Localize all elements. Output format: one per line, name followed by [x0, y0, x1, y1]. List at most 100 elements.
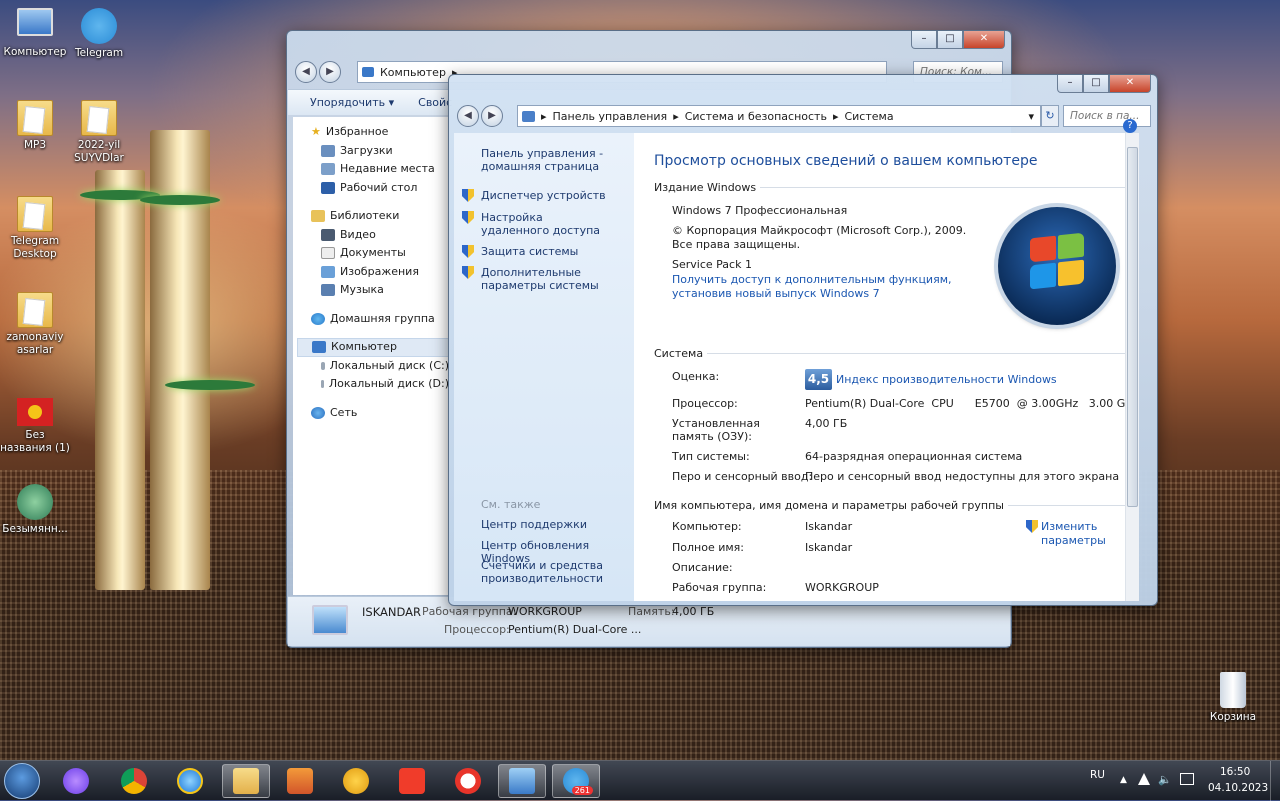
address-text: Компьютер — [380, 65, 446, 79]
navigation-pane: ★ Избранное Загрузки Недавние места Рабоч… — [293, 117, 449, 595]
desktop-icon-zamonaviy[interactable]: zamonaviy asarlar — [0, 292, 70, 357]
tree-network[interactable]: Сеть — [311, 404, 449, 423]
scrollbar-thumb[interactable] — [1127, 147, 1138, 507]
link-label: Дополнительные параметры системы — [481, 266, 599, 292]
system-window[interactable]: – □ ✕ ◀ ▶ ▸ Панель управления ▸ Система и … — [448, 74, 1158, 606]
close-button[interactable]: ✕ — [1109, 75, 1151, 93]
desktop-icon-mp3[interactable]: MP3 — [0, 100, 70, 152]
breadcrumb-control-panel[interactable]: Панель управления — [553, 110, 668, 123]
taskbar-yandex-browser[interactable] — [444, 764, 492, 798]
nav-buttons: ◀ ▶ — [295, 61, 341, 83]
close-button[interactable]: ✕ — [963, 31, 1005, 49]
tree-label: Изображения — [340, 264, 419, 278]
link-protection[interactable]: Защита системы — [462, 245, 578, 258]
section-edition-header: Издание Windows — [654, 181, 1126, 194]
tree-disk-d[interactable]: Локальный диск (D:) — [311, 375, 449, 394]
action-center-icon[interactable] — [1138, 773, 1150, 785]
link-label: Диспетчер устройств — [481, 189, 606, 202]
help-icon[interactable]: ? — [1123, 119, 1137, 133]
minimize-button[interactable]: – — [1057, 75, 1083, 93]
scrollbar[interactable] — [1125, 133, 1139, 601]
page-title: Просмотр основных сведений о вашем компь… — [654, 153, 1038, 169]
forward-button[interactable]: ▶ — [319, 61, 341, 83]
desktop-icon-suyvdlar[interactable]: 2022-yil SUYVDlar — [64, 100, 134, 165]
wei-link[interactable]: Индекс производительности Windows — [836, 373, 1057, 386]
tree-documents[interactable]: Документы — [311, 244, 449, 263]
tree-computer[interactable]: Компьютер — [297, 338, 449, 357]
taskbar-aimp[interactable] — [332, 764, 380, 798]
tree-label: Компьютер — [331, 340, 397, 353]
tree-libraries[interactable]: Библиотеки — [311, 207, 449, 226]
change-settings-link[interactable]: Изменить параметры — [1026, 520, 1106, 548]
ram-value: 4,00 ГБ — [805, 417, 848, 430]
chevron-right-icon: ▸ — [673, 109, 679, 123]
tree-music[interactable]: Музыка — [311, 281, 449, 300]
tree-label: Библиотеки — [330, 209, 400, 222]
drive-icon — [321, 380, 324, 389]
link-remote[interactable]: Настройка удаленного доступа — [462, 211, 632, 237]
link-advanced[interactable]: Дополнительные параметры системы — [462, 266, 632, 292]
search-input[interactable]: Поиск в па... — [1063, 105, 1151, 127]
fullname-value: Iskandar — [805, 541, 853, 554]
link-performance[interactable]: Счетчики и средства производительности — [481, 559, 621, 585]
tree-images[interactable]: Изображения — [311, 263, 449, 282]
upgrade-link[interactable]: Получить доступ к дополнительным функция… — [672, 273, 972, 301]
desktop-icon-recycle-bin[interactable]: Корзина — [1198, 672, 1268, 724]
clock-time[interactable]: 16:50 — [1220, 766, 1250, 778]
taskbar-telegram[interactable]: 261 — [552, 764, 600, 798]
taskbar-ie[interactable] — [166, 764, 214, 798]
breadcrumb-system[interactable]: Система — [844, 110, 893, 123]
recent-places-icon — [321, 163, 335, 176]
maximize-button[interactable]: □ — [1083, 75, 1109, 93]
desktop-icon-bezymyann[interactable]: Безымянн... — [0, 484, 70, 536]
desktop-icon-label: Компьютер — [3, 46, 67, 58]
taskbar-media[interactable] — [276, 764, 324, 798]
tree-disk-c[interactable]: Локальный диск (C:) — [311, 357, 449, 376]
tree-recent[interactable]: Недавние места — [311, 160, 449, 179]
minimize-button[interactable]: – — [911, 31, 937, 49]
homegroup-icon — [311, 312, 325, 325]
network-icon — [311, 406, 325, 419]
taskbar-alice[interactable] — [52, 764, 100, 798]
section-name-header: Имя компьютера, имя домена и параметры р… — [654, 499, 1126, 512]
taskbar-yandex[interactable] — [388, 764, 436, 798]
link-device-manager[interactable]: Диспетчер устройств — [462, 189, 606, 202]
forward-button[interactable]: ▶ — [481, 105, 503, 127]
address-bar[interactable]: ▸ Панель управления ▸ Система и безопасно… — [517, 105, 1041, 127]
dropdown-arrow-icon[interactable]: ▾ — [1028, 110, 1034, 123]
desktop-icon-computer[interactable]: Компьютер — [0, 8, 70, 59]
desktop-icon-bez-nazvaniya[interactable]: Без названия (1) — [0, 398, 70, 455]
tree-favorites[interactable]: ★ Избранное — [311, 123, 449, 142]
tree-video[interactable]: Видео — [311, 226, 449, 245]
media-player-icon — [287, 768, 313, 794]
network-status-icon[interactable] — [1180, 773, 1194, 785]
refresh-button[interactable]: ↻ — [1041, 105, 1059, 127]
tree-desktop[interactable]: Рабочий стол — [311, 179, 449, 198]
tree-homegroup[interactable]: Домашняя группа — [311, 310, 449, 329]
back-button[interactable]: ◀ — [457, 105, 479, 127]
back-button[interactable]: ◀ — [295, 61, 317, 83]
taskbar-control-panel[interactable] — [498, 764, 546, 798]
breadcrumb-security[interactable]: Система и безопасность — [685, 110, 827, 123]
details-workgroup-label: Рабочая группа: — [422, 605, 517, 618]
minaret-left — [95, 170, 145, 590]
volume-icon[interactable]: 🔈 — [1158, 773, 1172, 786]
taskbar-explorer[interactable] — [222, 764, 270, 798]
language-indicator[interactable]: RU — [1090, 769, 1105, 781]
clock-date[interactable]: 04.10.2023 — [1208, 782, 1268, 794]
maximize-button[interactable]: □ — [937, 31, 963, 49]
taskbar-chrome[interactable] — [110, 764, 158, 798]
desktop-icon-telegram-desktop[interactable]: Telegram Desktop — [0, 196, 70, 261]
desktop-icon-telegram[interactable]: Telegram — [64, 8, 134, 60]
tree-downloads[interactable]: Загрузки — [311, 142, 449, 161]
windows-logo-icon — [998, 207, 1116, 325]
desktop-icon-label: Безымянн... — [2, 523, 68, 535]
home-link[interactable]: Панель управления - домашняя страница — [481, 147, 611, 173]
start-button[interactable] — [4, 763, 40, 799]
yandex-icon — [399, 768, 425, 794]
link-action-center[interactable]: Центр поддержки — [481, 518, 587, 531]
organize-menu[interactable]: Упорядочить ▾ — [310, 96, 394, 109]
show-hidden-icons[interactable]: ▲ — [1120, 775, 1127, 785]
show-desktop-button[interactable] — [1270, 761, 1280, 801]
